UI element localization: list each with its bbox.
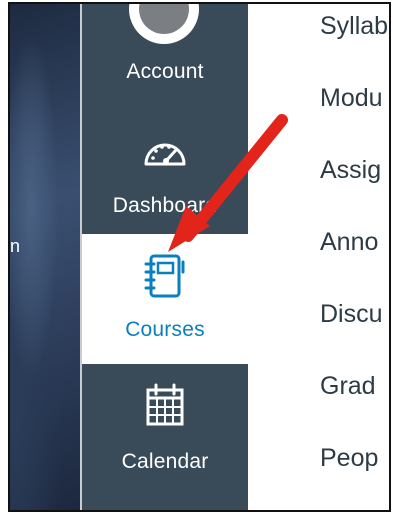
course-link-syllabus[interactable]: Syllab [320, 12, 388, 41]
nav-item-inbox[interactable] [82, 492, 248, 512]
course-navigation: Syllab Modu Assig Anno Discu Grad Peop [248, 4, 389, 510]
nav-item-label: Calendar [121, 450, 209, 473]
nav-item-courses[interactable]: Courses [82, 234, 248, 364]
course-link-people[interactable]: Peop [320, 444, 378, 473]
nav-item-label: Dashboard [112, 194, 218, 217]
background-text-fragment: n [10, 236, 21, 256]
inbox-icon [148, 510, 182, 512]
calendar-icon [146, 383, 184, 426]
course-link-discussions[interactable]: Discu [320, 300, 383, 329]
global-navigation: Account Dashboard Courses Calendar [82, 4, 248, 510]
course-link-assignments[interactable]: Assig [320, 156, 381, 185]
nav-item-account[interactable]: Account [82, 4, 248, 99]
nav-item-label: Courses [125, 318, 205, 341]
speedometer-icon [144, 143, 186, 166]
nav-item-label: Account [126, 60, 204, 83]
screenshot-frame: n Account Dashboard Courses Calendar Syl… [8, 2, 391, 512]
course-link-announcements[interactable]: Anno [320, 228, 378, 257]
avatar-icon [129, 4, 199, 44]
course-link-grades[interactable]: Grad [320, 372, 376, 401]
nav-item-calendar[interactable]: Calendar [82, 364, 248, 489]
notebook-icon [144, 254, 185, 298]
nav-item-dashboard[interactable]: Dashboard [82, 116, 248, 234]
desktop-background: n [10, 4, 80, 510]
course-link-modules[interactable]: Modu [320, 84, 383, 113]
